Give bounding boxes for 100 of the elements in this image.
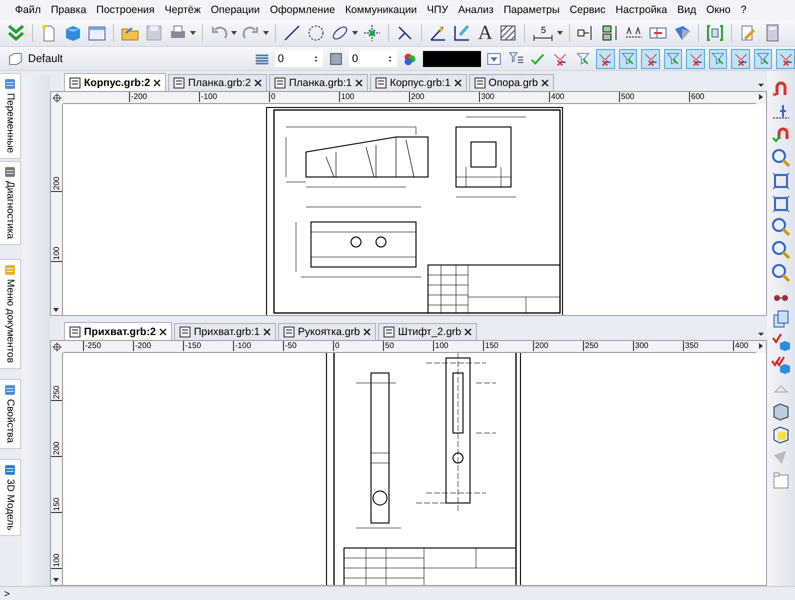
filter-button[interactable] xyxy=(641,48,660,68)
filter-button[interactable] xyxy=(596,48,615,68)
menu-item[interactable]: Сервис xyxy=(564,4,611,16)
empty-window-icon[interactable] xyxy=(771,470,791,490)
double-chevron-icon[interactable] xyxy=(6,23,26,43)
filter-button[interactable] xyxy=(664,48,682,68)
menu-item[interactable]: ЧПУ xyxy=(422,4,454,16)
filter-icon xyxy=(620,50,636,66)
line-icon[interactable] xyxy=(282,23,302,43)
document-tab[interactable]: Опора.grb xyxy=(468,74,554,91)
document-icon xyxy=(178,326,191,338)
panel-grip[interactable] xyxy=(22,75,50,586)
double-check-cube-icon[interactable] xyxy=(771,355,791,375)
menu-item[interactable]: Файл xyxy=(10,4,46,16)
document-icon xyxy=(69,326,81,338)
document-icon xyxy=(374,77,387,89)
cube-icon[interactable] xyxy=(63,23,83,43)
caret-icon[interactable] xyxy=(557,31,564,35)
menu-item[interactable]: Оформление xyxy=(264,4,340,16)
caret-icon[interactable] xyxy=(231,31,237,35)
side-panel-tab[interactable]: Свойства xyxy=(0,378,21,449)
menu-item[interactable]: Окно xyxy=(701,4,736,16)
close-icon[interactable] xyxy=(464,328,472,336)
caret-icon[interactable] xyxy=(263,31,269,35)
menu-item[interactable]: ? xyxy=(736,4,752,16)
caret-icon[interactable] xyxy=(352,31,358,35)
close-icon[interactable] xyxy=(158,328,167,336)
filter-icon xyxy=(574,50,591,66)
document-tab[interactable]: Корпус.grb:1 xyxy=(370,74,467,91)
document-tab[interactable]: Планка.grb:1 xyxy=(269,74,368,91)
point-icon[interactable] xyxy=(362,23,382,43)
dimension-tool[interactable]: 5 xyxy=(531,26,556,40)
filter-icon xyxy=(710,50,726,66)
side-panel-tab[interactable]: Меню документов xyxy=(0,259,21,369)
menu-item[interactable]: Настройка xyxy=(610,4,672,16)
side-panel-tab[interactable]: Диагностика xyxy=(0,161,21,246)
document-icon xyxy=(69,76,81,88)
document-tab[interactable]: Прихват.grb:2 xyxy=(64,322,172,340)
panel-tab-icon[interactable] xyxy=(3,462,17,477)
menu-item[interactable]: Коммуникации xyxy=(340,4,422,16)
vertical-ruler: 250 200 150 100 xyxy=(51,353,63,585)
close-icon[interactable] xyxy=(153,78,162,86)
close-icon[interactable] xyxy=(354,79,363,87)
filter-button[interactable] xyxy=(708,48,728,68)
horizontal-ruler: -250 -200 -150 -100 -50 0 50 100 150 200 250 300 350 400 xyxy=(63,341,756,353)
frame-icon[interactable] xyxy=(705,23,726,43)
menu-item[interactable]: Построения xyxy=(91,4,160,16)
menu-item[interactable]: Вид xyxy=(672,4,702,16)
close-icon[interactable] xyxy=(362,328,371,336)
pen-angle-icon[interactable] xyxy=(428,23,448,43)
document-icon xyxy=(282,326,295,338)
close-icon[interactable] xyxy=(254,79,262,87)
horizontal-ruler: -200 -100 0 100 200 300 400 500 600 xyxy=(63,92,756,104)
level-field[interactable]: 0 xyxy=(348,50,398,67)
panel-tab-icon[interactable] xyxy=(3,382,17,397)
menu-item[interactable]: Анализ xyxy=(453,4,499,16)
document-icon xyxy=(274,77,286,89)
document-tab[interactable]: Корпус.grb:2 xyxy=(64,73,166,91)
vertical-ruler: 200 100 xyxy=(51,104,63,315)
pages-icon[interactable] xyxy=(771,309,791,329)
document-icon xyxy=(382,326,395,338)
document-tab[interactable]: Прихват.grb:1 xyxy=(174,323,276,340)
menu-item[interactable]: Чертёж xyxy=(160,4,206,16)
filter-button[interactable] xyxy=(731,48,750,68)
hatch-icon[interactable] xyxy=(498,23,518,43)
circle-icon[interactable] xyxy=(306,23,326,43)
caret-icon[interactable] xyxy=(190,31,196,35)
document-icon xyxy=(474,77,486,89)
close-icon[interactable] xyxy=(454,79,462,87)
panel-tab-icon[interactable] xyxy=(3,77,17,91)
document-tab[interactable]: Штифт_2.grb xyxy=(378,323,478,340)
document-tab[interactable]: Планка.grb:2 xyxy=(168,74,267,91)
layer-field[interactable]: 0 xyxy=(274,50,323,67)
fit-width-icon[interactable] xyxy=(771,194,791,214)
crosshair-icon xyxy=(52,93,62,103)
side-panel-tab[interactable]: 3D Модель xyxy=(0,458,21,536)
document-icon xyxy=(173,77,186,89)
menu-item[interactable]: Операции xyxy=(206,4,265,16)
crosshair-icon xyxy=(52,342,62,352)
magnet-check-icon[interactable] xyxy=(771,125,791,145)
side-panel-tab[interactable]: Переменные xyxy=(0,73,21,160)
menu-item[interactable]: Параметры xyxy=(498,4,565,16)
check-cube-icon[interactable] xyxy=(771,332,791,352)
text-tool[interactable]: A xyxy=(476,23,494,43)
fit-frame-icon[interactable] xyxy=(771,171,791,191)
status-text: > xyxy=(4,589,10,600)
panel-tab-icon[interactable] xyxy=(3,165,17,180)
filter-button[interactable] xyxy=(776,48,795,68)
dimension-line-icon xyxy=(533,34,554,40)
color-swatch[interactable] xyxy=(423,50,482,66)
close-icon[interactable] xyxy=(541,79,550,87)
menu-item[interactable]: Правка xyxy=(46,4,92,16)
style-name: Default xyxy=(28,52,63,64)
zoom-window-icon[interactable] xyxy=(771,148,791,168)
document-tab[interactable]: Рукоятка.grb xyxy=(278,323,376,340)
filter-icon xyxy=(665,50,682,66)
close-icon[interactable] xyxy=(262,328,271,336)
filter-button[interactable] xyxy=(618,48,638,68)
filter-button[interactable] xyxy=(754,48,772,68)
filter-button[interactable] xyxy=(686,48,705,68)
